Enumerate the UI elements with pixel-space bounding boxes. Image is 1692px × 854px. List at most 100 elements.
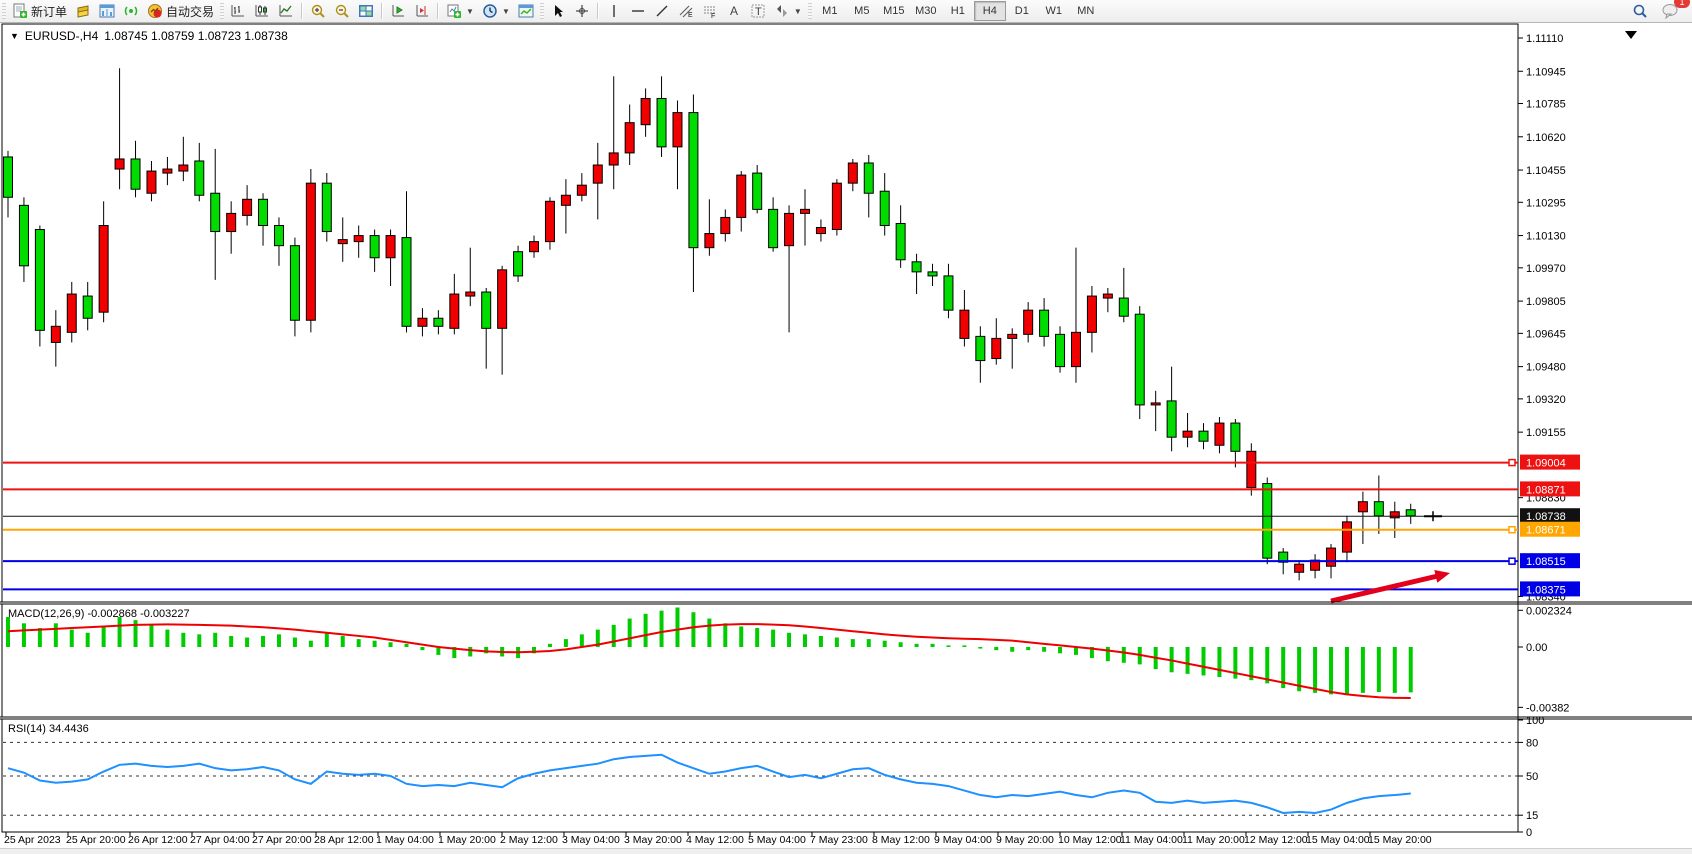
periods-button[interactable]: ▼ xyxy=(478,0,514,22)
periods-clock-icon xyxy=(482,3,498,19)
candle xyxy=(1135,314,1144,405)
price-axis-tick-label: 1.10620 xyxy=(1526,132,1566,144)
date-axis-label: 11 May 20:00 xyxy=(1182,834,1245,846)
fibonacci-button[interactable]: F xyxy=(698,0,722,22)
tile-windows-button[interactable] xyxy=(354,0,378,22)
new-order-button[interactable]: 新订单 xyxy=(8,0,71,22)
ohlc-values: 1.08745 1.08759 1.08723 1.08738 xyxy=(104,29,288,43)
candlestick-chart-button[interactable] xyxy=(250,0,274,22)
timeframe-h4[interactable]: H4 xyxy=(974,1,1006,21)
timeframe-m5[interactable]: M5 xyxy=(846,1,878,21)
candle xyxy=(1263,484,1272,559)
candle xyxy=(896,223,905,259)
crosshair-icon xyxy=(574,3,590,19)
date-axis-label: 9 May 04:00 xyxy=(934,834,992,846)
candle xyxy=(370,236,379,258)
quotes-button[interactable] xyxy=(71,0,95,22)
auto-trading-button[interactable]: 自动交易 xyxy=(143,0,218,22)
macd-axis-tick-label: -0.00382 xyxy=(1526,702,1569,714)
line-chart-button[interactable] xyxy=(274,0,298,22)
price-line-handle[interactable] xyxy=(1509,527,1515,533)
candle xyxy=(1071,332,1080,366)
main-pane[interactable] xyxy=(2,24,1518,602)
toolbar-separator xyxy=(437,3,438,19)
candle xyxy=(976,336,985,360)
candle xyxy=(801,209,810,213)
scroll-to-end-icon[interactable] xyxy=(1625,31,1637,39)
timeframe-mn[interactable]: MN xyxy=(1070,1,1102,21)
date-axis-label: 1 May 04:00 xyxy=(376,834,434,846)
bar-chart-button[interactable] xyxy=(226,0,250,22)
rsi-axis-tick-label: 15 xyxy=(1526,810,1538,822)
candle xyxy=(434,318,443,326)
timeframe-h1[interactable]: H1 xyxy=(942,1,974,21)
horizontal-line-button[interactable] xyxy=(626,0,650,22)
signal-button[interactable] xyxy=(119,0,143,22)
vertical-line-button[interactable] xyxy=(602,0,626,22)
candle xyxy=(912,262,921,272)
candle xyxy=(928,272,937,276)
indicators-button[interactable] xyxy=(514,0,538,22)
arrow-tools-button[interactable]: ▼ xyxy=(770,0,806,22)
price-line-label: 1.08671 xyxy=(1526,525,1566,537)
trendline-button[interactable] xyxy=(650,0,674,22)
zoom-in-button[interactable] xyxy=(306,0,330,22)
candle xyxy=(1167,401,1176,437)
chart-shift-button[interactable] xyxy=(410,0,434,22)
rsi-indicator-label: RSI(14) 34.4436 xyxy=(8,723,89,735)
notifications-button[interactable]: 1 xyxy=(1658,0,1684,22)
notification-badge: 1 xyxy=(1674,0,1690,8)
bar-chart-icon xyxy=(230,3,246,19)
candle xyxy=(1374,502,1383,516)
chevron-down-icon: ▼ xyxy=(502,7,510,16)
candle xyxy=(992,338,1001,358)
price-chart[interactable]: 1.111101.109451.107851.106201.104551.102… xyxy=(0,23,1692,854)
macd-axis-tick-label: 0.00 xyxy=(1526,642,1547,654)
candle xyxy=(1151,403,1160,405)
auto-scroll-button[interactable] xyxy=(386,0,410,22)
toolbar-grip[interactable] xyxy=(540,3,544,19)
candle xyxy=(1183,431,1192,437)
text-label-button[interactable]: T xyxy=(746,0,770,22)
toolbar-grip[interactable] xyxy=(2,3,6,19)
macd-indicator-label: MACD(12,26,9) -0.002868 -0.003227 xyxy=(8,608,190,620)
macd-pane[interactable] xyxy=(2,604,1518,717)
chart-window-button[interactable] xyxy=(95,0,119,22)
zoom-out-button[interactable] xyxy=(330,0,354,22)
cursor-button[interactable] xyxy=(546,0,570,22)
timeframe-w1[interactable]: W1 xyxy=(1038,1,1070,21)
price-line-handle[interactable] xyxy=(1509,460,1515,466)
candle xyxy=(577,185,586,195)
new-chart-button[interactable]: ▼ xyxy=(442,0,478,22)
candle xyxy=(274,225,283,245)
candle xyxy=(1087,296,1096,332)
timeframe-m30[interactable]: M30 xyxy=(910,1,942,21)
candle xyxy=(769,209,778,247)
candle xyxy=(1008,334,1017,338)
equidistant-channel-button[interactable]: E xyxy=(674,0,698,22)
price-axis-tick-label: 1.10130 xyxy=(1526,231,1566,243)
candle xyxy=(1199,431,1208,441)
toolbar-grip[interactable] xyxy=(220,3,224,19)
candle xyxy=(83,296,92,318)
timeframe-m15[interactable]: M15 xyxy=(878,1,910,21)
date-axis-label: 3 May 04:00 xyxy=(562,834,620,846)
text-button[interactable]: A xyxy=(722,0,746,22)
price-axis-tick-label: 1.09970 xyxy=(1526,263,1566,275)
candle xyxy=(721,217,730,233)
price-line-handle[interactable] xyxy=(1509,558,1515,564)
candle xyxy=(1103,294,1112,298)
candle xyxy=(1024,310,1033,334)
timeframe-m1[interactable]: M1 xyxy=(814,1,846,21)
chart-window[interactable]: ▼ EURUSD-,H4 1.08745 1.08759 1.08723 1.0… xyxy=(0,23,1692,848)
symbol-dropdown-icon[interactable]: ▼ xyxy=(10,31,19,41)
candle xyxy=(944,276,953,310)
search-button[interactable] xyxy=(1628,0,1652,22)
timeframe-d1[interactable]: D1 xyxy=(1006,1,1038,21)
crosshair-button[interactable] xyxy=(570,0,594,22)
toolbar-grip[interactable] xyxy=(808,3,812,19)
candle xyxy=(785,213,794,245)
price-line-label: 1.08515 xyxy=(1526,556,1566,568)
candlestick-chart-icon xyxy=(254,3,270,19)
candle xyxy=(99,225,108,312)
